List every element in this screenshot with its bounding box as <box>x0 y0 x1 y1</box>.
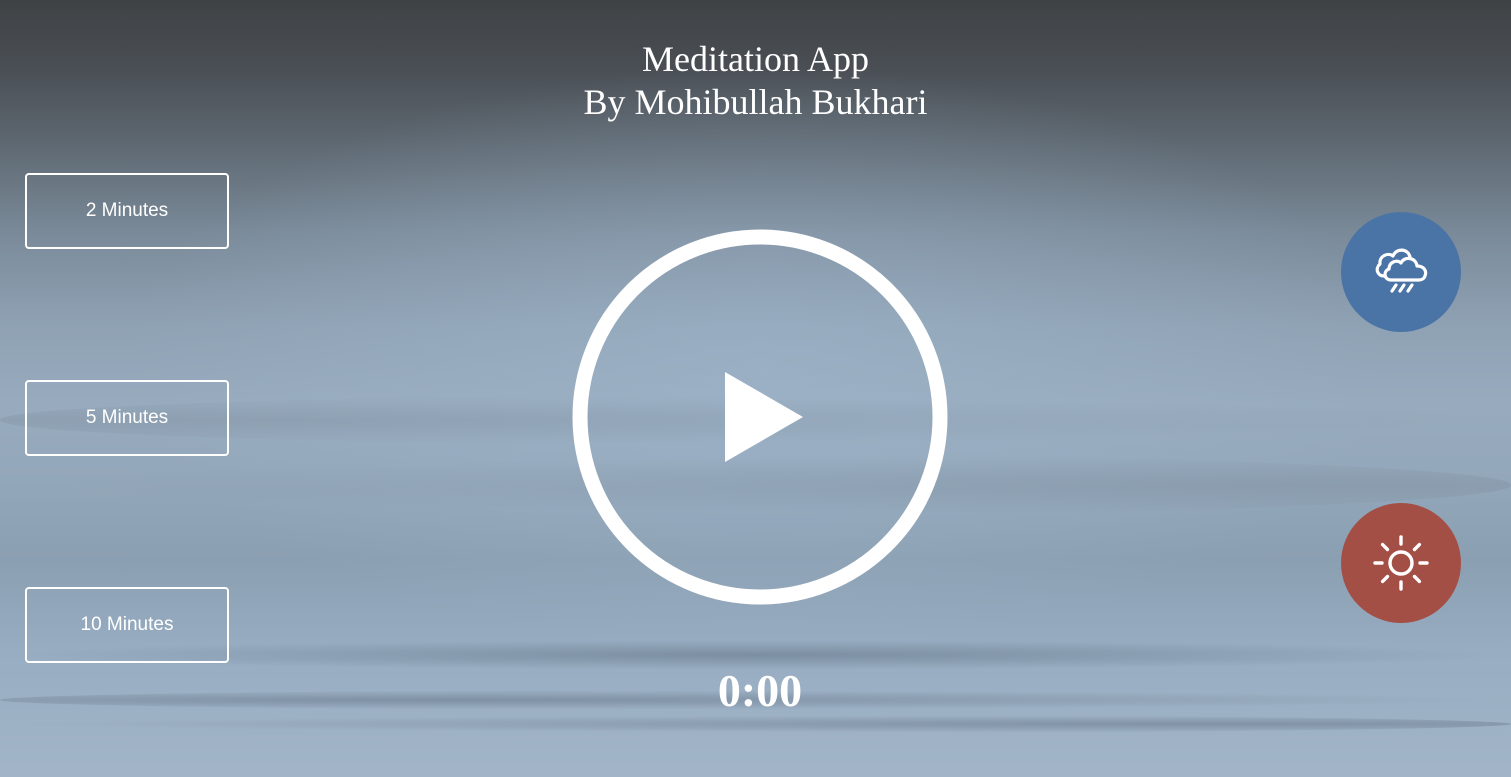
ten-minutes-button[interactable]: 10 Minutes <box>25 587 229 663</box>
app-author: By Mohibullah Bukhari <box>583 82 928 122</box>
rain-sound-button[interactable] <box>1341 212 1461 332</box>
play-button[interactable] <box>572 229 948 605</box>
sun-sound-button[interactable] <box>1341 503 1461 623</box>
five-minutes-button[interactable]: 5 Minutes <box>25 380 229 456</box>
play-icon <box>572 229 948 605</box>
sun-icon <box>1373 535 1429 591</box>
play-triangle <box>725 372 803 462</box>
rain-cloud-icon <box>1375 248 1428 293</box>
app-title: Meditation App <box>642 39 869 79</box>
two-minutes-button[interactable]: 2 Minutes <box>25 173 229 249</box>
timer-display: 0:00 <box>717 665 803 716</box>
app-header: Meditation App By Mohibullah Bukhari <box>0 38 1511 124</box>
